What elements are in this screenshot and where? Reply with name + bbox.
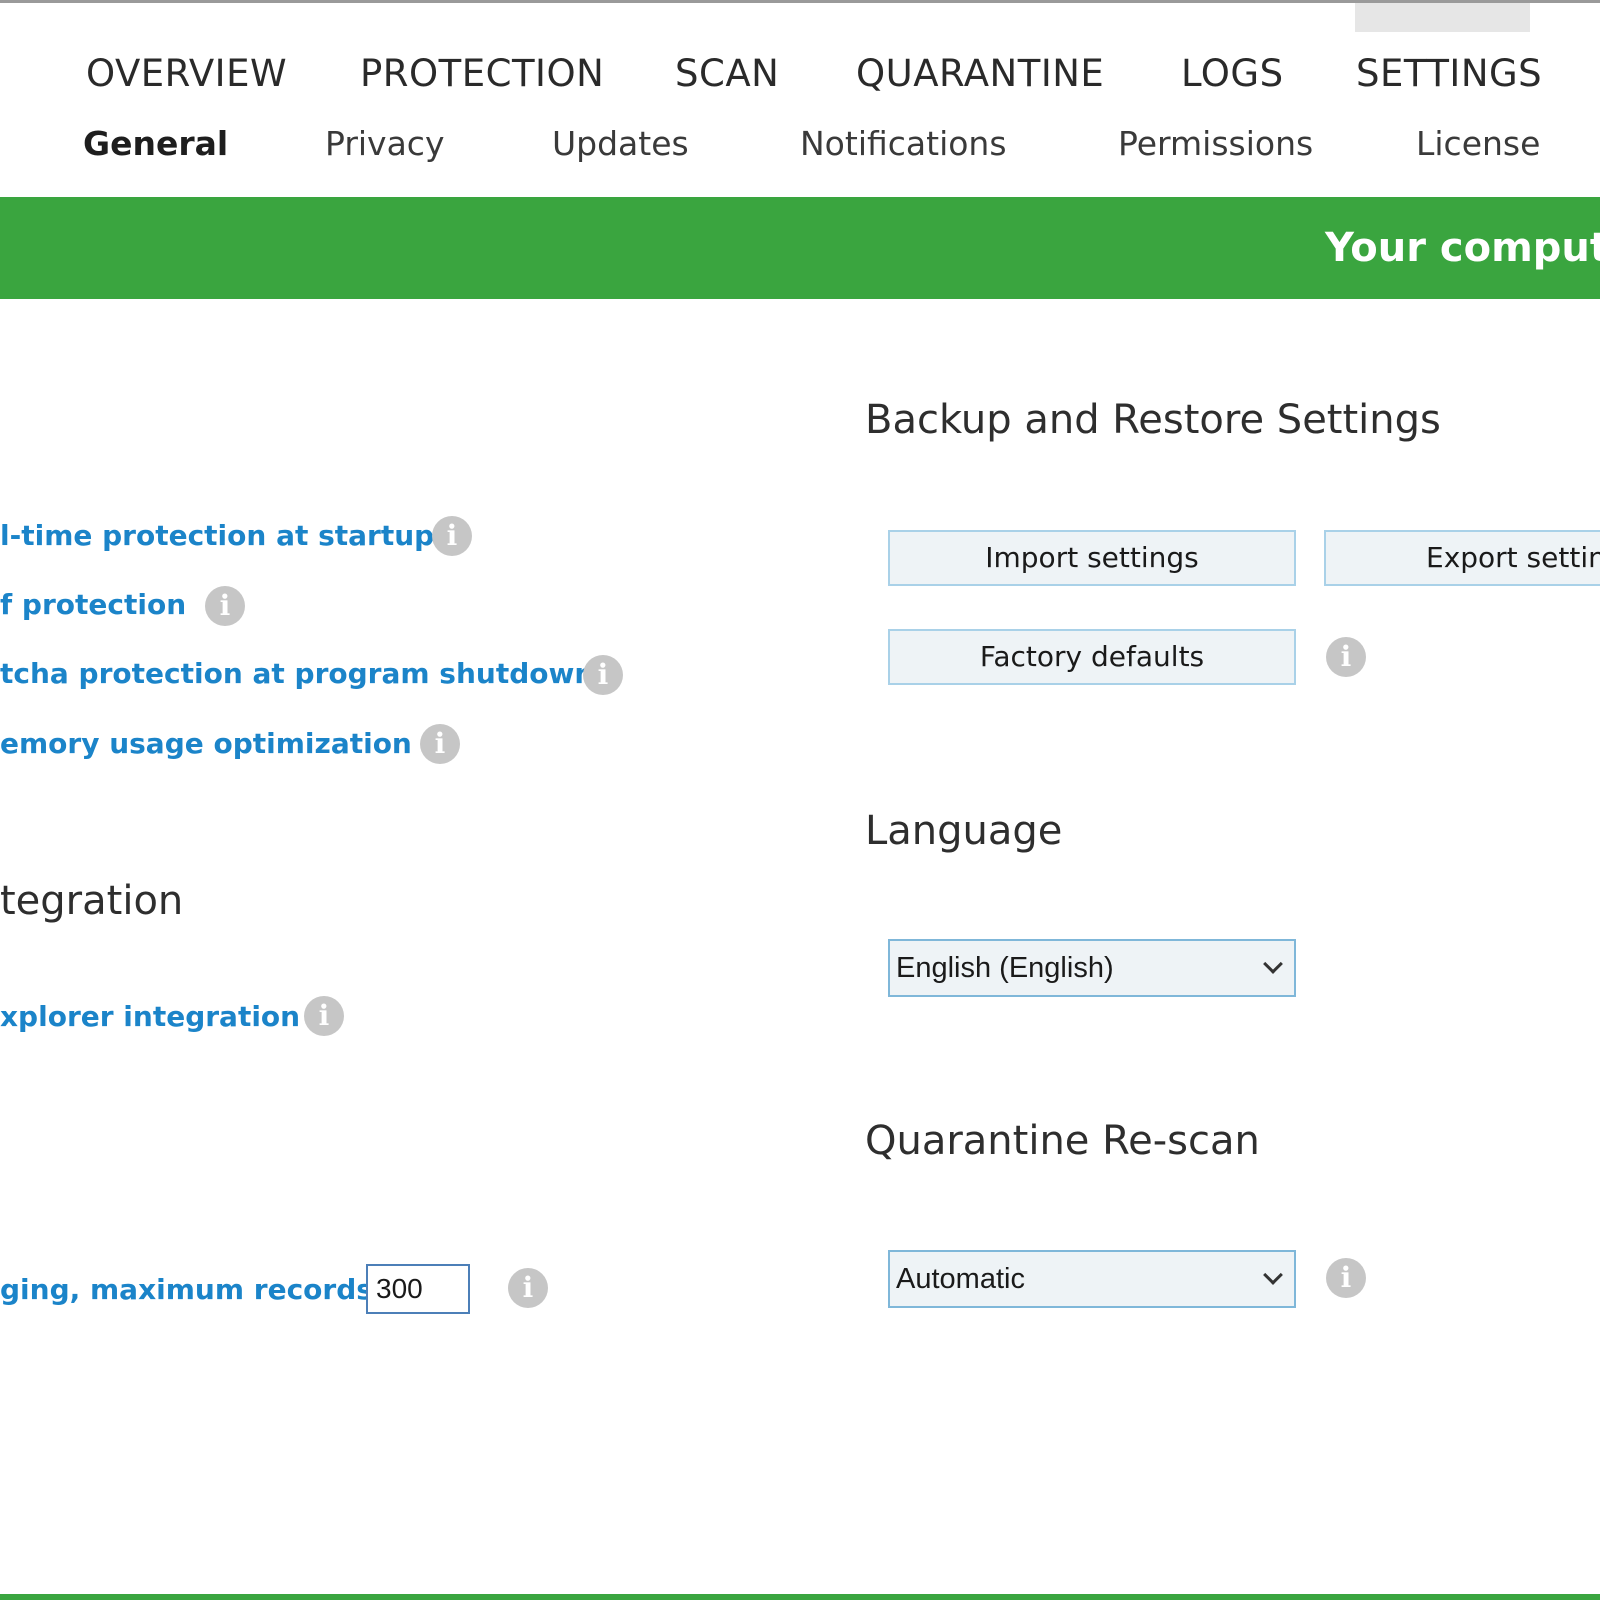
subtab-updates[interactable]: Updates [552,124,689,163]
window-bottom-border [0,1594,1600,1600]
subtab-license[interactable]: License [1416,124,1540,163]
option-realtime-startup[interactable]: l-time protection at startup [0,519,434,552]
rescan-select-value: Automatic [896,1263,1025,1295]
info-icon[interactable]: i [432,516,472,556]
tab-overview[interactable]: OVERVIEW [86,52,287,95]
info-icon[interactable]: i [205,586,245,626]
option-self-protection[interactable]: f protection [0,588,186,621]
language-heading: Language [865,808,1063,854]
subtab-general[interactable]: General [83,124,228,163]
tab-settings[interactable]: SETTINGS [1356,52,1542,95]
chevron-down-icon [1263,1265,1283,1285]
info-icon[interactable]: i [1326,1258,1366,1298]
factory-defaults-button[interactable]: Factory defaults [888,629,1296,685]
info-icon[interactable]: i [583,655,623,695]
backup-restore-heading: Backup and Restore Settings [865,397,1441,443]
status-text: Your comput [1325,225,1600,271]
max-records-input[interactable] [366,1264,470,1314]
language-select[interactable]: English (English) [888,939,1296,997]
tab-protection[interactable]: PROTECTION [360,52,604,95]
logging-max-records-label: ging, maximum records: [0,1273,385,1306]
tab-logs[interactable]: LOGS [1181,52,1284,95]
option-explorer-integration[interactable]: xplorer integration [0,1000,300,1033]
protection-status-bar: Your comput [0,197,1600,299]
export-settings-button[interactable]: Export setting [1324,530,1600,586]
active-tab-indicator [1355,3,1530,32]
option-memory-optimization[interactable]: emory usage optimization [0,727,412,760]
language-select-value: English (English) [896,952,1114,984]
chevron-down-icon [1263,954,1283,974]
info-icon[interactable]: i [1326,637,1366,677]
import-settings-button[interactable]: Import settings [888,530,1296,586]
tab-quarantine[interactable]: QUARANTINE [856,52,1104,95]
rescan-select[interactable]: Automatic [888,1250,1296,1308]
subtab-privacy[interactable]: Privacy [325,124,444,163]
info-icon[interactable]: i [508,1268,548,1308]
option-captcha-protection[interactable]: tcha protection at program shutdown [0,657,594,690]
integration-heading: tegration [0,878,184,924]
tab-scan[interactable]: SCAN [675,52,779,95]
quarantine-rescan-heading: Quarantine Re-scan [865,1118,1260,1164]
subtab-notifications[interactable]: Notifications [800,124,1007,163]
info-icon[interactable]: i [420,724,460,764]
subtab-permissions[interactable]: Permissions [1118,124,1313,163]
info-icon[interactable]: i [304,996,344,1036]
